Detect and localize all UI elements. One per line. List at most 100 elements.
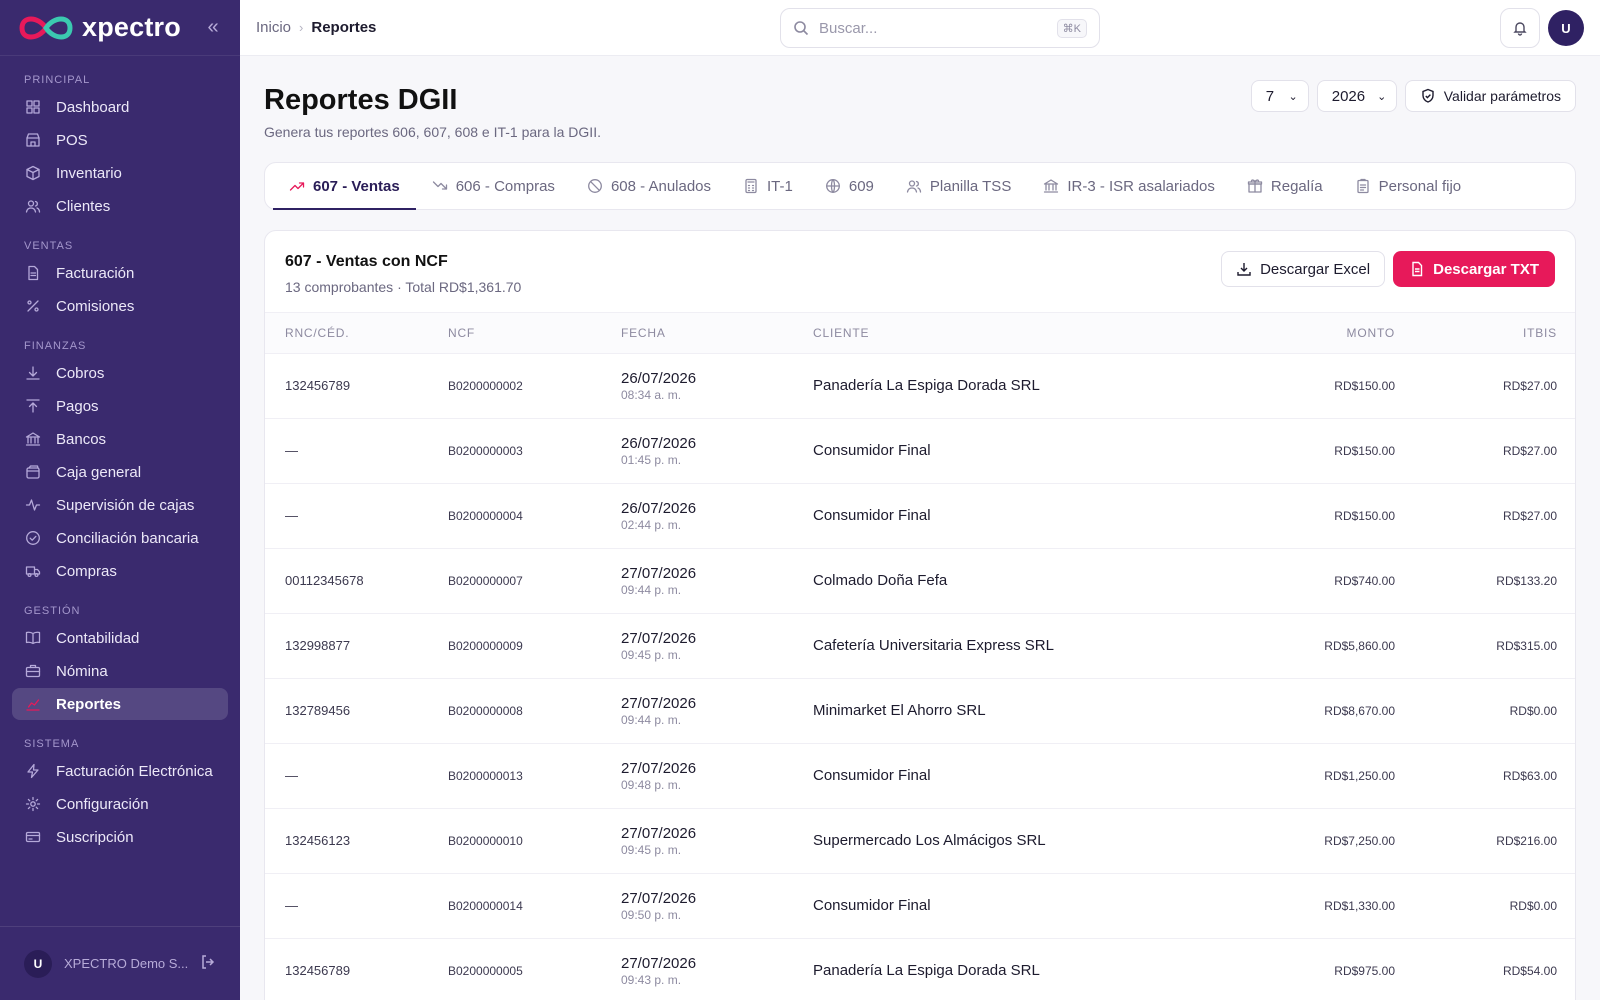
company-avatar[interactable]: U — [24, 949, 52, 978]
sidebar-item-pos[interactable]: POS — [12, 124, 228, 156]
cell-time: 02:44 p. m. — [621, 517, 682, 532]
validate-parameters-button[interactable]: Validar parámetros — [1404, 80, 1576, 112]
cell-itbis: RD$27.00 — [1395, 353, 1575, 419]
tab-regalia[interactable]: Regalía — [1231, 163, 1339, 209]
sidebar-item-clientes[interactable]: Clientes — [12, 190, 228, 222]
download-excel-button[interactable]: Descargar Excel — [1221, 251, 1386, 287]
cell-monto: RD$150.00 — [1225, 483, 1395, 549]
table-row[interactable]: 132998877 B0200000009 27/07/2026 09:45 p. m… — [265, 613, 1575, 679]
column-header-fecha[interactable]: FECHA — [621, 313, 813, 354]
cell-monto: RD$7,250.00 — [1225, 808, 1395, 874]
cell-date: 27/07/2026 — [621, 694, 697, 712]
sidebar-item-conciliacion-bancaria[interactable]: Conciliación bancaria — [12, 522, 228, 554]
download-icon — [1237, 263, 1251, 276]
tab-it-1[interactable]: IT-1 — [727, 163, 809, 209]
cell-date: 27/07/2026 — [621, 824, 697, 842]
month-select[interactable]: 7 ⌄ — [1250, 80, 1309, 112]
cell-ncf: B0200000008 — [448, 678, 621, 744]
check-circle-icon — [24, 529, 42, 547]
table-row[interactable]: 132456789 B0200000005 27/07/2026 09:43 p. m… — [265, 938, 1575, 1000]
cell-monto: RD$8,670.00 — [1225, 678, 1395, 744]
cell-fecha: 26/07/2026 08:34 a. m. — [621, 353, 813, 419]
tab-609[interactable]: 609 — [809, 163, 890, 209]
table-row[interactable]: 00112345678 B0200000007 27/07/2026 09:44 p.… — [265, 548, 1575, 614]
table-row[interactable]: — B0200000003 26/07/2026 01:45 p. m. Consumi… — [265, 418, 1575, 484]
cell-fecha: 27/07/2026 09:50 p. m. — [621, 873, 813, 939]
page-title: Reportes DGII — [264, 84, 458, 116]
search-box[interactable]: ⌘K — [780, 8, 1100, 48]
cell-cliente: Consumidor Final — [813, 483, 1225, 549]
logo-icon — [19, 16, 73, 39]
sidebar-item-configuracion[interactable]: Configuración — [12, 788, 228, 820]
table-row[interactable]: 132456789 B0200000002 26/07/2026 08:34 a. m… — [265, 353, 1575, 419]
page-subtitle: Genera tus reportes 606, 607, 608 e IT-1… — [264, 124, 601, 140]
user-avatar[interactable]: U — [1548, 10, 1584, 46]
truck-icon — [25, 566, 41, 578]
table-row[interactable]: 132789456 B0200000008 27/07/2026 09:44 p. m… — [265, 678, 1575, 744]
sidebar-item-reportes[interactable]: Reportes — [12, 688, 228, 720]
column-header-ncf[interactable]: NCF — [448, 313, 621, 354]
users-icon — [24, 197, 42, 215]
sidebar-item-cobros[interactable]: Cobros — [12, 357, 228, 389]
cell-date: 26/07/2026 — [621, 369, 697, 387]
sidebar-section-title: VENTAS — [24, 240, 74, 252]
sidebar-item-facturacion[interactable]: Facturación — [12, 257, 228, 289]
sidebar-item-bancos[interactable]: Bancos — [12, 423, 228, 455]
sidebar-item-pagos[interactable]: Pagos — [12, 390, 228, 422]
sidebar-item-label: Suscripción — [56, 828, 134, 846]
upload-icon — [26, 399, 40, 413]
cell-itbis: RD$27.00 — [1395, 483, 1575, 549]
breadcrumb-current: Reportes — [311, 19, 377, 36]
sidebar-item-suscripcion[interactable]: Suscripción — [12, 821, 228, 853]
tab-personal-fijo[interactable]: Personal fijo — [1339, 163, 1478, 209]
cell-date: 27/07/2026 — [621, 954, 697, 972]
sidebar-item-comisiones[interactable]: Comisiones — [12, 290, 228, 322]
cell-monto: RD$975.00 — [1225, 938, 1395, 1000]
tab-608-anulados[interactable]: 608 - Anulados — [571, 163, 727, 209]
table-row[interactable]: — B0200000013 27/07/2026 09:48 p. m. Consumi… — [265, 743, 1575, 809]
column-header-cliente[interactable]: CLIENTE — [813, 313, 1225, 354]
logout-icon[interactable] — [200, 954, 216, 974]
sidebar-item-compras[interactable]: Compras — [12, 555, 228, 587]
table-header-row: RNC/CÉD. NCF FECHA CLIENTE MONTO ITBIS — [265, 313, 1575, 354]
sidebar-item-dashboard[interactable]: Dashboard — [12, 91, 228, 123]
sidebar-item-nomina[interactable]: Nómina — [12, 655, 228, 687]
cell-rnc: 132789456 — [265, 678, 448, 744]
sidebar-item-label: Compras — [56, 562, 117, 580]
column-header-itbis[interactable]: ITBIS — [1395, 313, 1575, 354]
cell-cliente: Panadería La Espiga Dorada SRL — [813, 353, 1225, 419]
cell-monto: RD$150.00 — [1225, 353, 1395, 419]
cell-ncf: B0200000002 — [448, 353, 621, 419]
tab-607-ventas[interactable]: 607 - Ventas — [273, 163, 416, 210]
chart-icon — [26, 699, 40, 711]
download-txt-button[interactable]: Descargar TXT — [1393, 251, 1555, 287]
year-select[interactable]: 2026 ⌄ — [1316, 80, 1397, 112]
table-row[interactable]: — B0200000014 27/07/2026 09:50 p. m. Consumi… — [265, 873, 1575, 939]
table-row[interactable]: — B0200000004 26/07/2026 02:44 p. m. Consumi… — [265, 483, 1575, 549]
sidebar-item-contabilidad[interactable]: Contabilidad — [12, 622, 228, 654]
tab-ir-3-isr-asalariados[interactable]: IR-3 - ISR asalariados — [1027, 163, 1231, 209]
column-header-monto[interactable]: MONTO — [1225, 313, 1395, 354]
tab-606-compras[interactable]: 606 - Compras — [416, 163, 571, 209]
card-icon — [24, 828, 42, 846]
sidebar-item-inventario[interactable]: Inventario — [12, 157, 228, 189]
sidebar-item-caja-general[interactable]: Caja general — [12, 456, 228, 488]
sidebar-item-label: Configuración — [56, 795, 149, 813]
collapse-sidebar-icon[interactable]: « — [202, 16, 224, 39]
sidebar-section-title: GESTIÓN — [24, 605, 81, 617]
store-icon — [24, 131, 42, 149]
column-header-rnc[interactable]: RNC/CÉD. — [265, 313, 448, 354]
search-input[interactable] — [819, 19, 1057, 37]
breadcrumb-home[interactable]: Inicio — [256, 19, 291, 36]
notifications-button[interactable] — [1500, 8, 1540, 48]
table-row[interactable]: 132456123 B0200000010 27/07/2026 09:45 p. m… — [265, 808, 1575, 874]
cell-fecha: 27/07/2026 09:44 p. m. — [621, 548, 813, 614]
tab-label: Planilla TSS — [929, 177, 1012, 195]
cell-rnc: — — [265, 873, 448, 939]
download-txt-label: Descargar TXT — [1433, 260, 1539, 278]
sidebar-item-facturacion-electronica[interactable]: Facturación Electrónica — [12, 755, 228, 787]
cell-ncf: B0200000009 — [448, 613, 621, 679]
report-card-header: 607 - Ventas con NCF 13 comprobantes · T… — [265, 231, 1575, 313]
sidebar-item-supervision-de-cajas[interactable]: Supervisión de cajas — [12, 489, 228, 521]
tab-planilla-tss[interactable]: Planilla TSS — [890, 163, 1027, 209]
